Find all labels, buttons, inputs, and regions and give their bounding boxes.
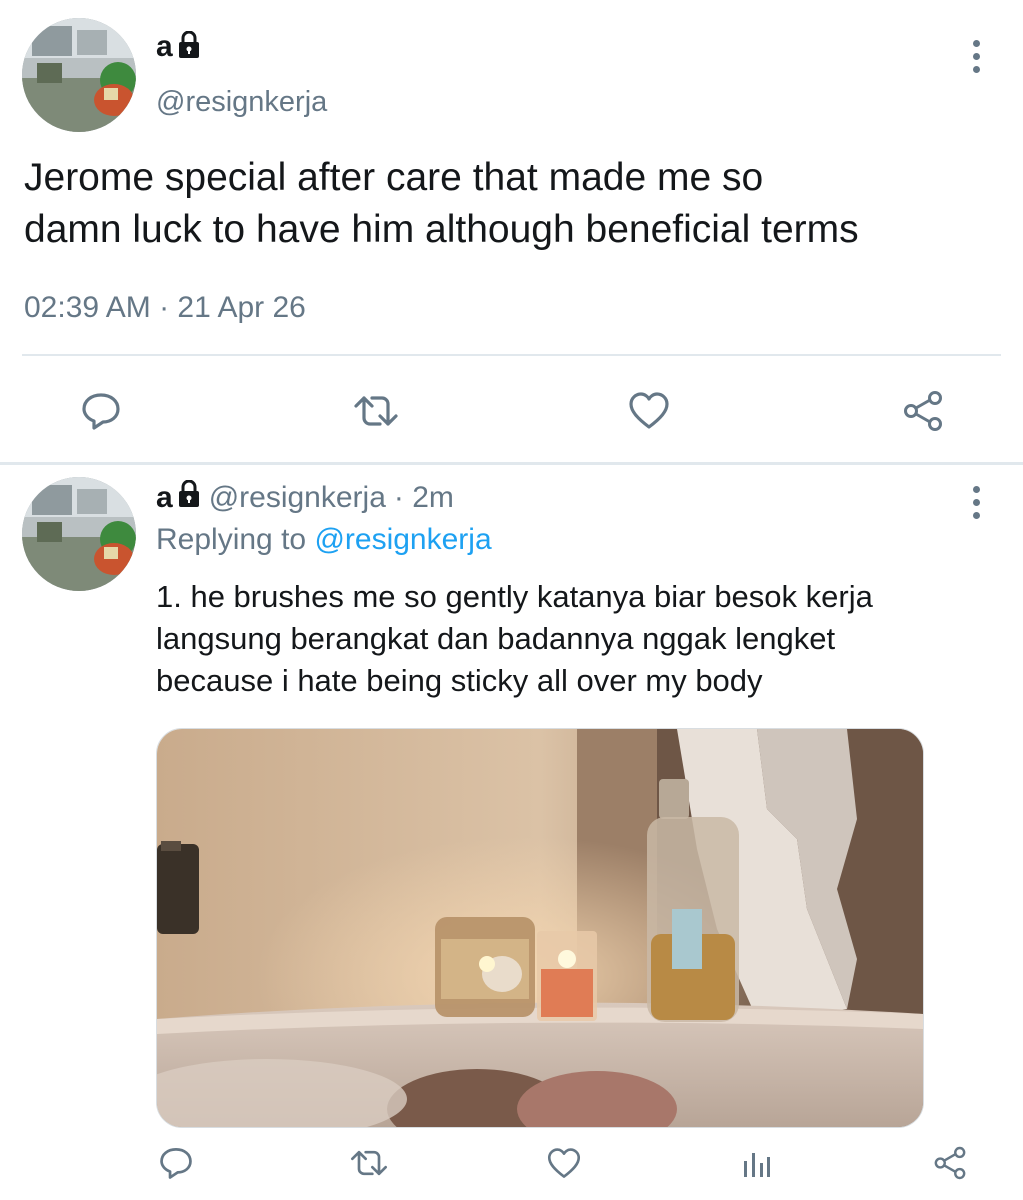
display-name[interactable]: a [156, 30, 173, 64]
retweet-button[interactable] [348, 388, 404, 434]
lock-icon [177, 30, 201, 64]
like-icon [629, 392, 669, 429]
replying-handle-link[interactable]: @resignkerja [314, 523, 491, 556]
analytics-button[interactable] [736, 1143, 776, 1183]
media-photo[interactable] [156, 728, 924, 1128]
tweet-timestamp[interactable]: 02:39 AM · 21 Apr 26 [24, 291, 306, 325]
reply-button[interactable] [76, 388, 126, 434]
analytics-icon [744, 1153, 770, 1177]
like-icon [547, 1147, 581, 1178]
handle[interactable]: @resignkerja [156, 86, 327, 119]
share-icon [904, 391, 942, 431]
more-options-icon[interactable] [966, 40, 986, 73]
retweet-button[interactable] [346, 1143, 392, 1183]
reply-button[interactable] [156, 1143, 196, 1183]
like-button[interactable] [624, 388, 674, 434]
display-name-row: a [156, 30, 201, 64]
share-button[interactable] [898, 388, 948, 434]
share-icon [934, 1146, 966, 1180]
retweet-icon [354, 396, 398, 426]
tweet-text: Jerome special after care that made me s… [24, 152, 1014, 256]
section-divider [0, 462, 1023, 465]
tweet-text: 1. he brushes me so gently katanya biar … [156, 576, 996, 702]
like-button[interactable] [544, 1143, 584, 1183]
more-options-icon[interactable] [966, 486, 986, 519]
handle[interactable]: @resignkerja [209, 481, 386, 515]
reply-header: a @resignkerja · 2m [156, 479, 454, 516]
tweet-text-line: 1. he brushes me so gently katanya biar … [156, 579, 873, 614]
tweet-text-line: Jerome special after care that made me s… [24, 156, 764, 199]
retweet-icon [351, 1150, 387, 1176]
reply-icon [82, 393, 120, 430]
replying-to: Replying to @resignkerja [156, 523, 492, 557]
reply-icon [160, 1148, 192, 1179]
divider [22, 354, 1001, 356]
avatar[interactable] [22, 18, 136, 132]
lock-icon [177, 479, 201, 516]
share-button[interactable] [930, 1143, 970, 1183]
replying-label: Replying to [156, 523, 307, 556]
tweet-text-line: damn luck to have him although beneficia… [24, 208, 859, 251]
display-name[interactable]: a [156, 481, 173, 515]
tweet-text-line: langsung berangkat dan badannya nggak le… [156, 621, 836, 656]
tweet-time: · 2m [393, 481, 454, 514]
avatar[interactable] [22, 477, 136, 591]
tweet-text-line: because i hate being sticky all over my … [156, 663, 763, 698]
